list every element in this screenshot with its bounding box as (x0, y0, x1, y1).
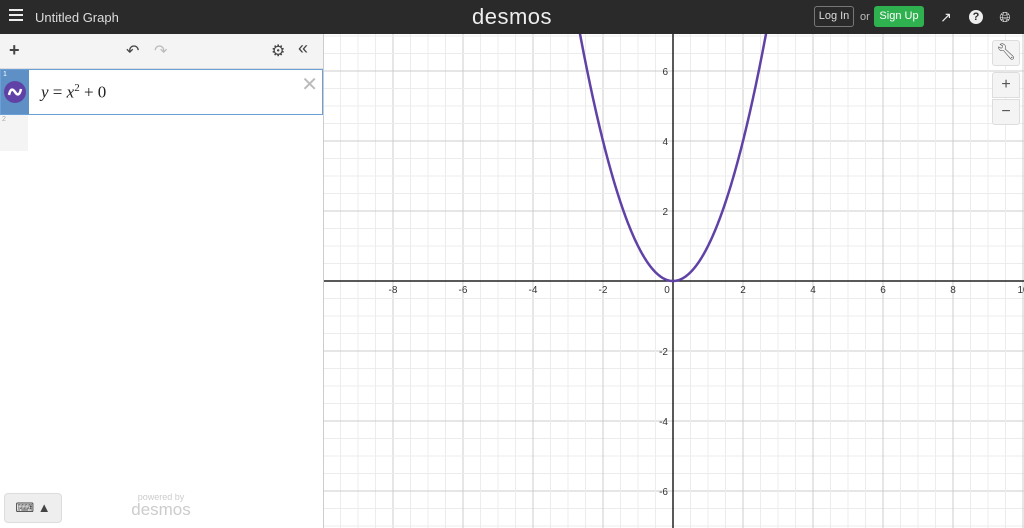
expression-item-1[interactable]: 1 y = x2 + 0 ✕ (0, 69, 323, 115)
expr-rest: + 0 (83, 82, 107, 102)
y-tick-label: -6 (659, 487, 668, 498)
x-tick-label: 10 (1017, 285, 1024, 296)
powered-by-desmos[interactable]: powered by desmos (100, 492, 222, 518)
expression-index: 1 (3, 71, 7, 78)
x-tick-label: -6 (459, 285, 468, 296)
x-tick-label: -8 (389, 285, 398, 296)
expr-lhs: y (41, 82, 49, 102)
share-icon[interactable]: ↗ (938, 9, 954, 25)
graph-color-icon[interactable] (4, 81, 26, 103)
top-bar: Untitled Graph desmos Log In or Sign Up … (0, 0, 1024, 34)
expression-item-2[interactable]: 2 (0, 115, 28, 151)
zoom-out-button[interactable]: − (992, 99, 1020, 125)
x-tick-label: -4 (529, 285, 538, 296)
signup-button[interactable]: Sign Up (874, 6, 924, 27)
expr-eq: = (52, 82, 63, 102)
x-tick-label: -2 (599, 285, 608, 296)
or-label: or (860, 11, 870, 23)
expression-toolbar: + ↶ ↷ ⚙ « (0, 34, 323, 69)
powered-by-brand: desmos (131, 500, 191, 519)
expression-input[interactable]: y = x2 + 0 (41, 82, 106, 103)
x-tick-label: 6 (880, 285, 886, 296)
expression-index: 2 (2, 116, 6, 123)
y-tick-label: -2 (659, 347, 668, 358)
gear-icon[interactable]: ⚙ (271, 41, 285, 61)
wrench-icon[interactable]: 🔧︎ (992, 40, 1020, 66)
undo-icon[interactable]: ↶ (126, 41, 139, 61)
redo-icon[interactable]: ↷ (154, 41, 167, 61)
help-icon[interactable]: ? (969, 10, 983, 24)
hamburger-menu-icon[interactable] (9, 9, 23, 23)
x-tick-label: 2 (740, 285, 746, 296)
add-item-icon[interactable]: + (9, 40, 20, 61)
collapse-panel-icon[interactable]: « (298, 38, 308, 59)
x-tick-label: 0 (664, 285, 670, 296)
zoom-in-button[interactable]: + (992, 72, 1020, 98)
keyboard-toggle-button[interactable]: ⌨ ▲ (4, 493, 62, 523)
desmos-logo: desmos (471, 4, 553, 29)
login-button[interactable]: Log In (814, 6, 854, 27)
y-tick-label: 6 (662, 67, 668, 78)
y-tick-label: 4 (662, 137, 668, 148)
x-tick-label: 8 (950, 285, 956, 296)
delete-expression-icon[interactable]: ✕ (301, 72, 318, 97)
expression-tab[interactable]: 1 (1, 70, 29, 114)
globe-icon[interactable]: 🌐︎ (997, 9, 1013, 25)
y-tick-label: 2 (662, 207, 668, 218)
graph-title[interactable]: Untitled Graph (35, 10, 119, 25)
x-tick-label: 4 (810, 285, 816, 296)
graph-canvas[interactable]: -8 -6 -4 -2 0 2 4 6 8 10 6 4 2 -2 -4 -6 (324, 34, 1024, 528)
expression-panel: + ↶ ↷ ⚙ « 1 y = x2 + 0 ✕ 2 ⌨ ▲ powered b… (0, 34, 324, 528)
y-tick-label: -4 (659, 417, 668, 428)
expr-exp: 2 (74, 82, 80, 94)
